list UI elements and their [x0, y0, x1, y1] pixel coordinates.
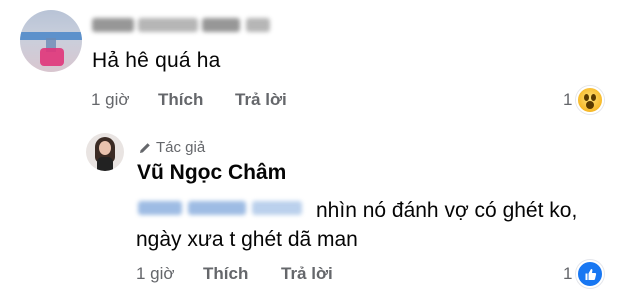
author-avatar[interactable] [86, 133, 124, 171]
reply-reply-button[interactable]: Trả lời [281, 264, 333, 284]
wow-icon [576, 86, 605, 114]
reply-author-name[interactable]: Vũ Ngọc Châm [137, 161, 286, 185]
comment-reactions[interactable]: 1 [563, 86, 605, 114]
author-badge-label: Tác giả [156, 139, 206, 156]
reply-reactions[interactable]: 1 [563, 260, 605, 288]
comment-text: Hả hê quá ha [92, 49, 221, 72]
pencil-icon [140, 142, 150, 153]
tagged-name-blurred[interactable] [136, 193, 306, 223]
reply-like-button[interactable]: Thích [203, 264, 248, 284]
reply-reaction-count: 1 [563, 264, 573, 283]
comment-reaction-count: 1 [563, 90, 573, 109]
like-icon [576, 260, 605, 288]
reply-text-line1: nhìn nó đánh vợ có ghét ko, [316, 199, 578, 222]
reply-text-line2: ngày xưa t ghét dã man [136, 228, 358, 251]
reply-time[interactable]: 1 giờ [136, 264, 175, 284]
comment-reply-button[interactable]: Trả lời [235, 90, 287, 110]
author-badge: Tác giả [138, 139, 205, 156]
comment-time[interactable]: 1 giờ [91, 90, 130, 110]
commenter-avatar[interactable] [20, 10, 82, 72]
commenter-name-blurred [90, 10, 272, 40]
comment-like-button[interactable]: Thích [158, 90, 203, 110]
